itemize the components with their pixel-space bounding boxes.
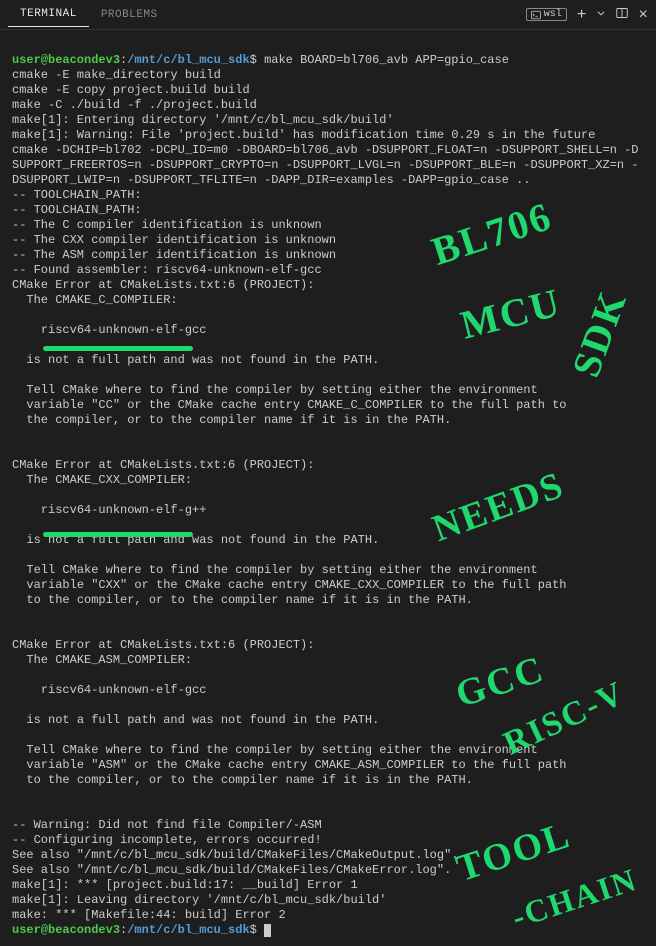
output-line: -- The ASM compiler identification is un… — [12, 248, 644, 263]
output-line: -- The C compiler identification is unkn… — [12, 218, 644, 233]
output-line: to the compiler, or to the compiler name… — [12, 593, 644, 608]
output-line — [12, 728, 644, 743]
output-line: riscv64-unknown-elf-gcc — [12, 323, 644, 338]
output-line: -- Warning: Did not find file Compiler/-… — [12, 818, 644, 833]
output-line — [12, 548, 644, 563]
output-line: Tell CMake where to find the compiler by… — [12, 563, 644, 578]
output-line: the compiler, or to the compiler name if… — [12, 413, 644, 428]
output-line — [12, 518, 644, 533]
terminal-toolbar: wsl + × — [526, 6, 648, 24]
output-line — [12, 308, 644, 323]
prompt-path: /mnt/c/bl_mcu_sdk — [127, 53, 249, 67]
prompt-user: user@beacondev3 — [12, 53, 120, 67]
output-line: Tell CMake where to find the compiler by… — [12, 383, 644, 398]
output-line: make: *** [Makefile:44: build] Error 2 — [12, 908, 644, 923]
chevron-down-icon[interactable] — [596, 8, 606, 22]
output-line: -- TOOLCHAIN_PATH: — [12, 203, 644, 218]
output-line: riscv64-unknown-elf-g++ — [12, 503, 644, 518]
output-line — [12, 668, 644, 683]
terminal-output[interactable]: user@beacondev3:/mnt/c/bl_mcu_sdk$ make … — [0, 30, 656, 946]
terminal-icon — [531, 10, 541, 20]
output-line: See also "/mnt/c/bl_mcu_sdk/build/CMakeF… — [12, 863, 644, 878]
output-line — [12, 623, 644, 638]
output-line — [12, 368, 644, 383]
new-terminal-button[interactable]: + — [577, 6, 587, 24]
output-line: The CMAKE_C_COMPILER: — [12, 293, 644, 308]
output-line: cmake -DCHIP=bl702 -DCPU_ID=m0 -DBOARD=b… — [12, 143, 644, 188]
output-line: -- TOOLCHAIN_PATH: — [12, 188, 644, 203]
cursor — [264, 924, 271, 937]
tab-problems[interactable]: PROBLEMS — [89, 3, 170, 27]
output-line — [12, 488, 644, 503]
output-line: variable "CXX" or the CMake cache entry … — [12, 578, 644, 593]
output-lines: cmake -E make_directory buildcmake -E co… — [12, 68, 644, 923]
output-line — [12, 443, 644, 458]
output-line: See also "/mnt/c/bl_mcu_sdk/build/CMakeF… — [12, 848, 644, 863]
output-line: The CMAKE_ASM_COMPILER: — [12, 653, 644, 668]
command-text: make BOARD=bl706_avb APP=gpio_case — [264, 53, 509, 67]
output-line: make[1]: Entering directory '/mnt/c/bl_m… — [12, 113, 644, 128]
shell-label: wsl — [544, 9, 562, 20]
output-line: Tell CMake where to find the compiler by… — [12, 743, 644, 758]
output-line — [12, 608, 644, 623]
output-line: make[1]: Leaving directory '/mnt/c/bl_mc… — [12, 893, 644, 908]
output-line: is not a full path and was not found in … — [12, 353, 644, 368]
output-line: variable "ASM" or the CMake cache entry … — [12, 758, 644, 773]
output-line — [12, 788, 644, 803]
output-line — [12, 428, 644, 443]
close-panel-button[interactable]: × — [638, 6, 648, 24]
output-line: riscv64-unknown-elf-gcc — [12, 683, 644, 698]
output-line: CMake Error at CMakeLists.txt:6 (PROJECT… — [12, 278, 644, 293]
output-line: cmake -E copy project.build build — [12, 83, 644, 98]
output-line: cmake -E make_directory build — [12, 68, 644, 83]
output-line — [12, 803, 644, 818]
tab-terminal[interactable]: TERMINAL — [8, 2, 89, 27]
output-line: to the compiler, or to the compiler name… — [12, 773, 644, 788]
output-line: make -C ./build -f ./project.build — [12, 98, 644, 113]
prompt-dollar: $ — [250, 53, 257, 67]
output-line: CMake Error at CMakeLists.txt:6 (PROJECT… — [12, 638, 644, 653]
tab-bar: TERMINAL PROBLEMS wsl + × — [0, 0, 656, 30]
output-line: make[1]: Warning: File 'project.build' h… — [12, 128, 644, 143]
output-line: variable "CC" or the CMake cache entry C… — [12, 398, 644, 413]
output-line — [12, 698, 644, 713]
output-line: -- The CXX compiler identification is un… — [12, 233, 644, 248]
output-line: is not a full path and was not found in … — [12, 713, 644, 728]
output-line: The CMAKE_CXX_COMPILER: — [12, 473, 644, 488]
output-line: CMake Error at CMakeLists.txt:6 (PROJECT… — [12, 458, 644, 473]
output-line: is not a full path and was not found in … — [12, 533, 644, 548]
output-line: -- Found assembler: riscv64-unknown-elf-… — [12, 263, 644, 278]
shell-selector[interactable]: wsl — [526, 8, 567, 21]
output-line — [12, 338, 644, 353]
output-line: make[1]: *** [project.build:17: __build]… — [12, 878, 644, 893]
split-terminal-icon[interactable] — [616, 7, 628, 23]
output-line: -- Configuring incomplete, errors occurr… — [12, 833, 644, 848]
